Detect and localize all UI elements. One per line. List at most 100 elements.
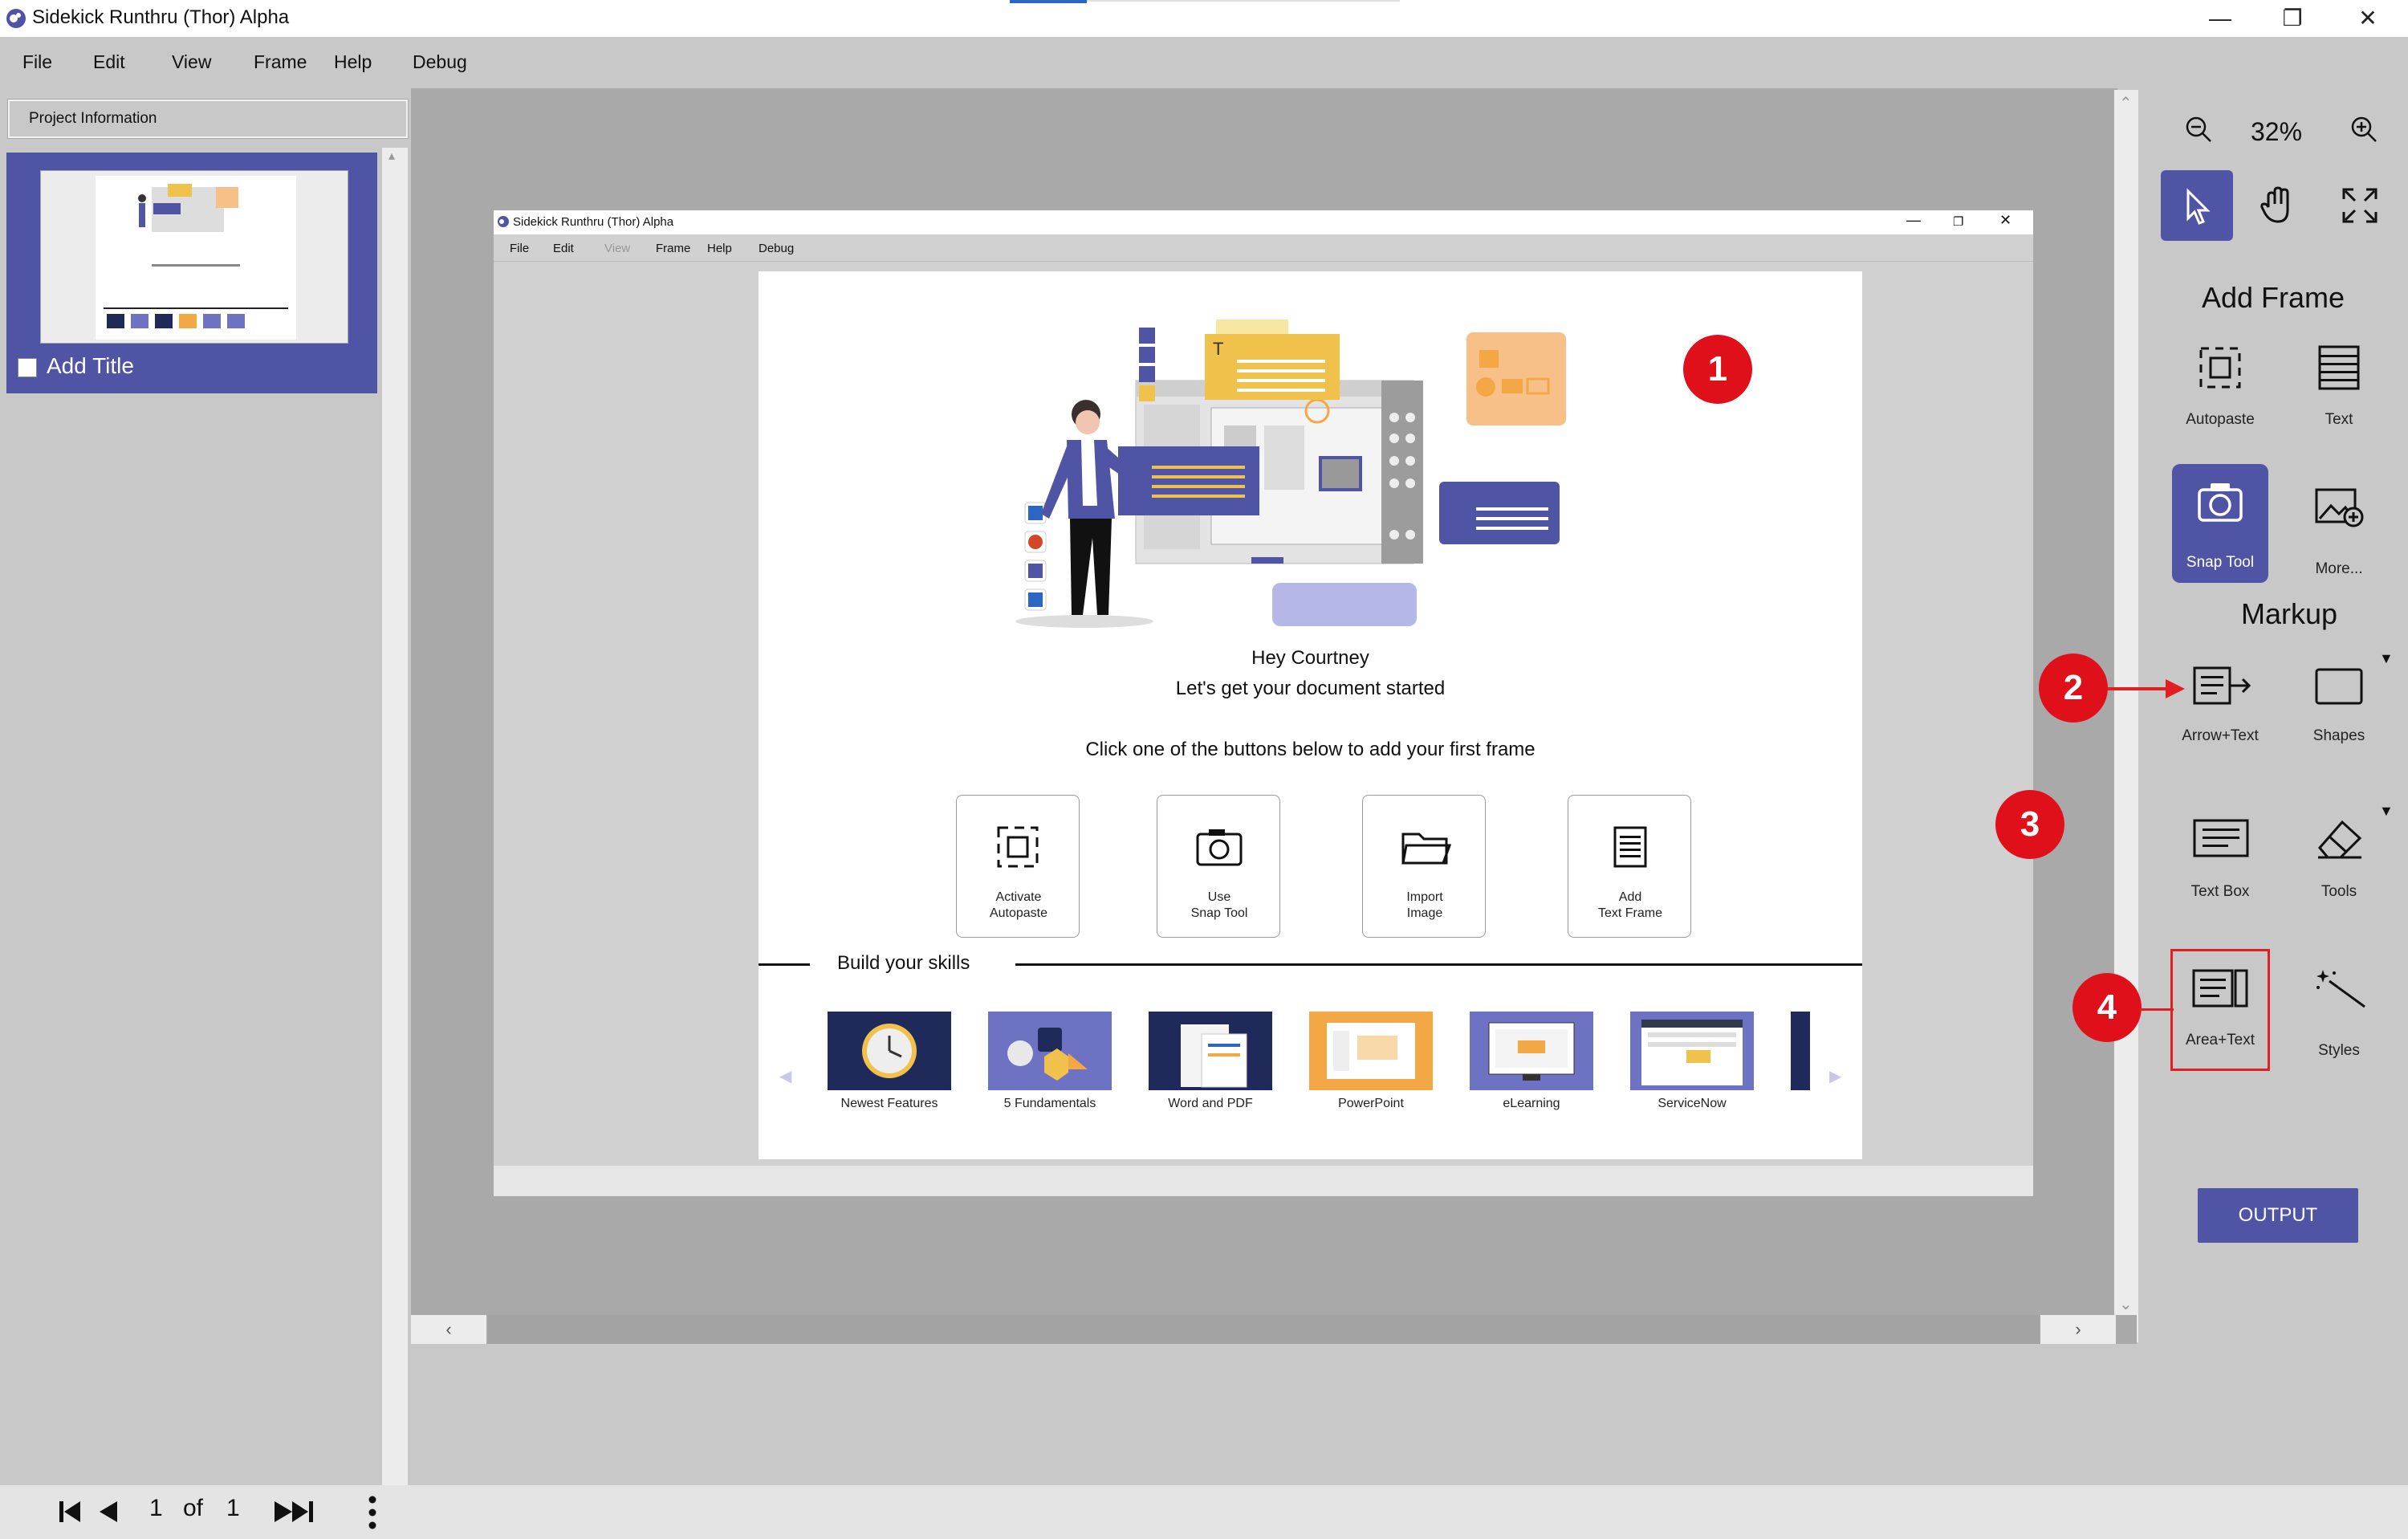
tools-label: Tools xyxy=(2321,883,2357,900)
output-button[interactable]: OUTPUT xyxy=(2198,1188,2358,1243)
inner-menu-help: Help xyxy=(707,242,732,255)
welcome-document: T Hey Courtney Let's get your document s… xyxy=(759,271,1862,1159)
welcome-illustration: T xyxy=(1015,320,1566,628)
styles-label: Styles xyxy=(2318,1042,2360,1059)
frames-scrollbar[interactable]: ▴ xyxy=(382,148,408,1488)
more-label: More... xyxy=(2315,560,2363,577)
tools-button[interactable]: Tools xyxy=(2291,814,2387,910)
autopaste-button[interactable]: Autopaste xyxy=(2172,344,2268,448)
tile-label-line2: Image xyxy=(1406,906,1443,920)
inner-bottom-strip xyxy=(494,1166,2033,1196)
menu-file[interactable]: File xyxy=(22,51,52,73)
inner-menu-frame: Frame xyxy=(656,242,691,255)
tile-label-line1: Add xyxy=(1618,890,1642,904)
tools-panel: 32% Add Frame Autopaste Text Snap Tool M… xyxy=(2138,88,2408,1344)
pager-bar: 1 of 1 xyxy=(0,1485,2408,1539)
restore-button[interactable]: ❐ xyxy=(2268,3,2316,34)
previous-page-icon[interactable] xyxy=(96,1500,120,1524)
close-button[interactable]: ✕ xyxy=(2344,3,2392,34)
annotation-connector-line xyxy=(2140,1008,2174,1011)
camera-icon xyxy=(1196,829,1243,866)
import-image-tile: Import Image xyxy=(1362,795,1486,938)
annotation-badge-3: 3 xyxy=(1995,790,2064,859)
frames-panel: Project Information Add Title ▴ xyxy=(0,88,411,1488)
inner-menu-bar: File Edit View Frame Help Debug xyxy=(494,234,2033,262)
inner-app-title: Sidekick Runthru (Thor) Alpha xyxy=(513,215,674,229)
minimize-button[interactable]: — xyxy=(2196,3,2244,34)
course-thumb-newest-features xyxy=(828,1012,951,1090)
canvas-vertical-scrollbar[interactable]: ⌃ ⌄ xyxy=(2114,90,2138,1342)
magic-wand-icon xyxy=(2316,970,2365,1008)
course-label: eLearning xyxy=(1503,1097,1560,1110)
autopaste-label: Autopaste xyxy=(2186,411,2255,428)
course-thumb-5-fundamentals xyxy=(988,1012,1112,1090)
shapes-button[interactable]: Shapes xyxy=(2291,663,2387,759)
shapes-label: Shapes xyxy=(2312,727,2365,744)
text-box-label: Text Box xyxy=(2190,883,2250,900)
frame-title-label[interactable]: Add Title xyxy=(47,353,134,379)
project-information-button[interactable]: Project Information xyxy=(7,99,409,139)
frame-thumbnail-preview xyxy=(96,176,296,340)
zoom-out-icon[interactable] xyxy=(2182,112,2217,148)
annotation-badge-1: 1 xyxy=(1683,335,1752,404)
title-bar: Sidekick Runthru (Thor) Alpha — ❐ ✕ xyxy=(0,0,2408,37)
tile-label-line2: Autopaste xyxy=(989,906,1048,920)
last-page-icon[interactable] xyxy=(291,1500,315,1524)
inner-menu-file: File xyxy=(510,242,530,255)
course-thumb-elearning xyxy=(1470,1012,1593,1090)
zoom-in-icon[interactable] xyxy=(2347,112,2382,148)
pan-hand-icon[interactable] xyxy=(2255,183,2300,228)
area-text-button[interactable]: Area+Text xyxy=(2170,949,2270,1071)
select-tool-button[interactable] xyxy=(2161,170,2233,241)
canvas-horizontal-scrollbar[interactable]: ‹ › xyxy=(411,1315,2137,1344)
arrow-text-button[interactable]: Arrow+Text xyxy=(2172,663,2268,759)
menu-frame[interactable]: Frame xyxy=(254,51,307,73)
inner-menu-debug: Debug xyxy=(759,242,795,255)
more-options-icon[interactable] xyxy=(364,1495,380,1530)
annotation-arrowhead-icon xyxy=(2166,679,2185,698)
menu-debug[interactable]: Debug xyxy=(413,51,467,73)
frame-select-checkbox[interactable] xyxy=(18,358,37,377)
eraser-icon xyxy=(2318,820,2362,859)
inner-menu-edit: Edit xyxy=(553,242,574,255)
course-label: 5 Fundamentals xyxy=(1003,1097,1096,1110)
styles-button[interactable]: Styles xyxy=(2291,967,2387,1071)
total-pages: 1 xyxy=(226,1495,240,1521)
menu-help[interactable]: Help xyxy=(334,51,372,73)
scroll-up-icon[interactable]: ⌃ xyxy=(2119,93,2133,113)
text-frame-button[interactable]: Text xyxy=(2291,344,2387,448)
scroll-right-icon[interactable]: › xyxy=(2040,1315,2116,1344)
course-thumb-partial xyxy=(1791,1012,1810,1090)
scroll-left-icon[interactable]: ‹ xyxy=(411,1315,486,1344)
scroll-down-icon[interactable]: ⌄ xyxy=(2119,1294,2133,1314)
use-snap-tool-tile: Use Snap Tool xyxy=(1157,795,1280,938)
course-label: ServiceNow xyxy=(1658,1097,1727,1110)
app-logo-icon xyxy=(6,9,26,28)
frame-thumbnail[interactable]: Add Title xyxy=(6,153,377,393)
svg-text:T: T xyxy=(1213,339,1223,359)
text-box-button[interactable]: Text Box xyxy=(2172,814,2268,910)
inner-restore-icon: ❐ xyxy=(1953,215,1964,229)
more-frames-button[interactable]: More... xyxy=(2291,483,2387,588)
title-accent-bar xyxy=(1010,0,1087,3)
tile-label-line1: Activate xyxy=(995,890,1042,904)
scroll-up-icon[interactable]: ▴ xyxy=(388,148,395,164)
markup-heading: Markup xyxy=(2240,597,2338,630)
menu-edit[interactable]: Edit xyxy=(93,51,125,73)
snap-tool-label: Snap Tool xyxy=(2186,554,2255,571)
tools-dropdown-icon[interactable]: ▼ xyxy=(2379,803,2394,820)
tile-label-line2: Text Frame xyxy=(1597,906,1662,920)
shapes-dropdown-icon[interactable]: ▼ xyxy=(2379,650,2394,667)
subtitle-text: Let's get your document started xyxy=(1175,678,1446,699)
snap-tool-button[interactable]: Snap Tool xyxy=(2172,464,2268,583)
horizontal-scroll-track[interactable] xyxy=(488,1315,2040,1344)
carousel-prev-icon: ◀ xyxy=(779,1068,792,1085)
first-page-icon[interactable] xyxy=(58,1500,82,1524)
menu-view[interactable]: View xyxy=(172,51,211,73)
annotation-badge-4: 4 xyxy=(2072,973,2142,1042)
inner-close-icon: ✕ xyxy=(1999,212,2012,228)
course-thumb-servicenow xyxy=(1630,1012,1754,1090)
course-label: Newest Features xyxy=(840,1097,938,1110)
fit-to-screen-icon[interactable] xyxy=(2337,183,2382,228)
skills-divider-left xyxy=(759,963,810,966)
